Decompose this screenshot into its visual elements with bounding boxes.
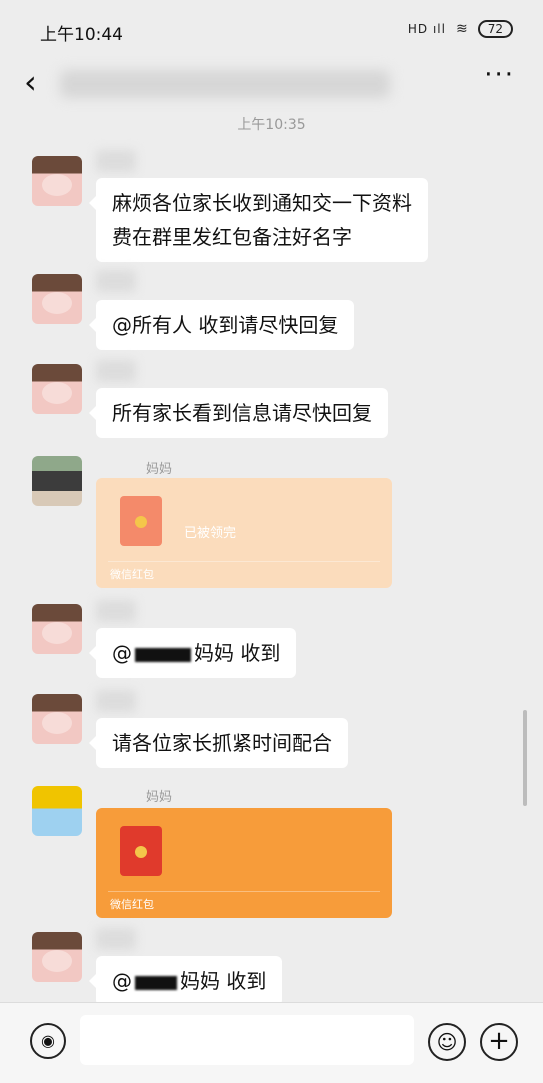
message-text: 麻烦各位家长收到通知交一下资料 <box>112 191 412 215</box>
avatar[interactable] <box>32 456 82 506</box>
avatar[interactable] <box>32 274 82 324</box>
message-bubble[interactable]: 麻烦各位家长收到通知交一下资料 费在群里发红包备注好名字 <box>89 178 428 262</box>
message-bubble[interactable]: 所有家长看到信息请尽快回复 <box>89 388 388 438</box>
sender-name <box>96 360 136 382</box>
red-packet-status: 已被领完 <box>184 526 237 541</box>
status-icons: HD ıll ≋ 72 <box>408 20 513 38</box>
message-input[interactable] <box>80 1015 414 1065</box>
avatar[interactable] <box>32 932 82 982</box>
sender-name <box>96 150 136 172</box>
avatar[interactable] <box>32 364 82 414</box>
wifi-icon: ≋ <box>455 21 468 37</box>
red-packet-footer: 微信红包 <box>110 898 154 911</box>
status-bar: 上午10:44 HD ıll ≋ 72 <box>0 0 543 60</box>
message-text: 所有家长看到信息请尽快回复 <box>112 401 372 425</box>
plus-icon[interactable]: + <box>480 1023 518 1061</box>
message-bubble[interactable]: 请各位家长抓紧时间配合 <box>89 718 348 768</box>
red-packet[interactable]: 已被领完 微信红包 <box>96 478 392 588</box>
sender-name <box>96 690 136 712</box>
voice-icon[interactable]: ◉ <box>30 1023 66 1059</box>
input-bar: ◉ ☺ + <box>0 1002 543 1083</box>
message-text: 请各位家长抓紧时间配合 <box>112 731 332 755</box>
avatar[interactable] <box>32 156 82 206</box>
more-icon[interactable]: ··· <box>484 60 515 90</box>
message-text: @所有人 收到请尽快回复 <box>112 313 339 337</box>
sender-name <box>96 928 136 950</box>
redacted-name <box>135 975 177 990</box>
back-icon[interactable]: ‹ <box>24 66 37 98</box>
signal-icon: HD ıll <box>407 22 446 36</box>
redacted-name <box>135 647 191 662</box>
red-envelope-icon <box>120 826 162 876</box>
status-time: 上午10:44 <box>40 25 123 45</box>
mention-prefix: @ <box>112 641 132 665</box>
message-text: 妈妈 收到 <box>194 641 281 665</box>
sender-name: 妈妈 <box>146 790 173 805</box>
message-text: 费在群里发红包备注好名字 <box>112 225 352 249</box>
sender-name: 妈妈 <box>146 462 173 477</box>
red-packet[interactable]: 微信红包 <box>96 808 392 918</box>
avatar[interactable] <box>32 786 82 836</box>
battery-icon: 72 <box>477 20 513 38</box>
message-text: 妈妈 收到 <box>180 969 267 993</box>
red-packet-footer: 微信红包 <box>110 568 154 581</box>
message-bubble[interactable]: @ 妈妈 收到 <box>88 628 297 678</box>
sender-name <box>96 270 136 292</box>
nav-bar: ‹ ··· <box>0 60 543 108</box>
message-bubble[interactable]: @所有人 收到请尽快回复 <box>88 300 355 350</box>
sender-name <box>96 600 136 622</box>
avatar[interactable] <box>32 694 82 744</box>
message-bubble[interactable]: @ 妈妈 收到 <box>88 956 283 1006</box>
red-envelope-icon <box>120 496 162 546</box>
emoji-icon[interactable]: ☺ <box>428 1023 466 1061</box>
scrollbar[interactable] <box>523 710 527 806</box>
avatar[interactable] <box>32 604 82 654</box>
mention-prefix: @ <box>112 969 132 993</box>
time-divider: 上午10:35 <box>237 117 306 133</box>
chat-title <box>60 70 390 98</box>
